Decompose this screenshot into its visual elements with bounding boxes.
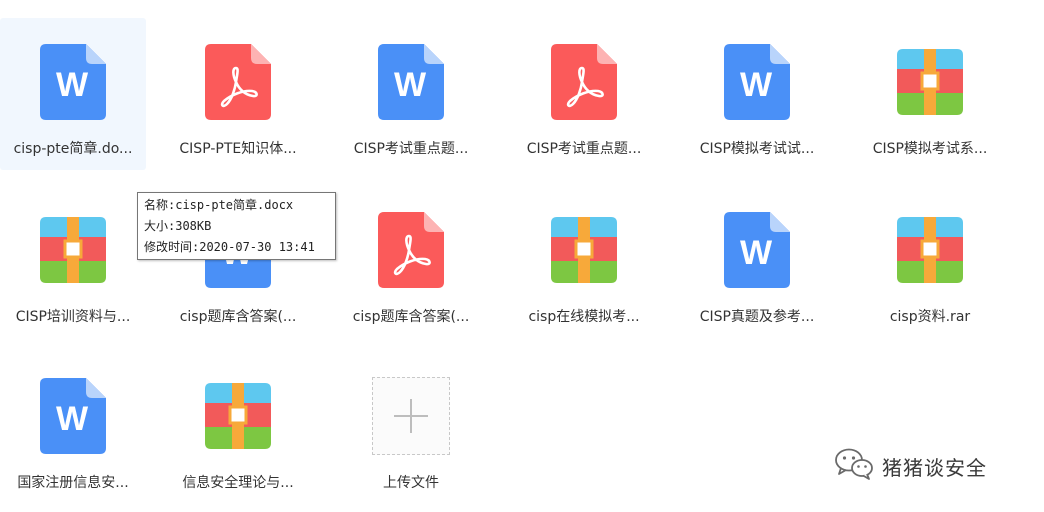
pdf-icon <box>371 210 451 290</box>
file-name-label: cisp资料.rar <box>889 309 971 325</box>
rar-archive-icon <box>544 210 624 290</box>
svg-text:W: W <box>740 234 773 272</box>
file-item[interactable]: cisp题库含答案(... <box>338 186 484 338</box>
file-name-label: CISP模拟考试试... <box>699 141 815 157</box>
word-doc-icon: W <box>33 42 113 122</box>
file-tooltip: 名称:cisp-pte简章.docx 大小:308KB 修改时间:2020-07… <box>137 192 336 260</box>
file-item[interactable]: CISP模拟考试系... <box>857 18 1003 170</box>
file-name-label: 国家注册信息安... <box>17 475 129 491</box>
rar-archive-icon <box>890 42 970 122</box>
file-name-label: CISP模拟考试系... <box>872 141 988 157</box>
watermark-text: 猪猪谈安全 <box>882 455 987 480</box>
pdf-icon <box>198 42 278 122</box>
word-doc-icon: W <box>33 376 113 456</box>
file-name-label: cisp题库含答案(... <box>179 309 297 325</box>
word-doc-icon: W <box>717 210 797 290</box>
pdf-icon <box>544 42 624 122</box>
file-item[interactable]: 信息安全理论与... <box>165 352 311 504</box>
tooltip-modified-time: 修改时间:2020-07-30 13:41 <box>144 240 315 254</box>
plus-icon <box>372 377 450 455</box>
upload-box[interactable] <box>371 376 451 456</box>
file-item[interactable]: W CISP考试重点题... <box>338 18 484 170</box>
tooltip-name: 名称:cisp-pte简章.docx <box>144 198 294 212</box>
file-name-label: cisp在线模拟考... <box>528 309 640 325</box>
file-name-label: cisp题库含答案(... <box>352 309 470 325</box>
file-item[interactable]: CISP考试重点题... <box>511 18 657 170</box>
svg-text:W: W <box>394 66 427 104</box>
svg-text:W: W <box>56 400 89 438</box>
file-name-label: cisp-pte简章.do... <box>13 141 133 157</box>
rar-archive-icon <box>33 210 113 290</box>
watermark: 猪猪谈安全 <box>834 446 987 486</box>
rar-archive-icon <box>198 376 278 456</box>
file-item[interactable]: CISP-PTE知识体... <box>165 18 311 170</box>
file-item[interactable]: cisp在线模拟考... <box>511 186 657 338</box>
file-item[interactable]: W CISP真题及参考... <box>684 186 830 338</box>
svg-text:W: W <box>56 66 89 104</box>
file-name-label: CISP考试重点题... <box>353 141 469 157</box>
file-item[interactable]: W 国家注册信息安... <box>0 352 146 504</box>
file-name-label: CISP考试重点题... <box>526 141 642 157</box>
file-name-label: CISP真题及参考... <box>699 309 815 325</box>
file-name-label: 信息安全理论与... <box>182 475 294 491</box>
rar-archive-icon <box>890 210 970 290</box>
svg-text:W: W <box>740 66 773 104</box>
file-name-label: CISP培训资料与... <box>15 309 131 325</box>
tooltip-size: 大小:308KB <box>144 219 212 233</box>
word-doc-icon: W <box>371 42 451 122</box>
file-item[interactable]: cisp资料.rar <box>857 186 1003 338</box>
wechat-icon <box>834 447 874 486</box>
upload-file-button[interactable]: 上传文件 <box>338 352 484 504</box>
file-name-label: CISP-PTE知识体... <box>179 141 297 157</box>
upload-file-label: 上传文件 <box>383 475 439 491</box>
file-item[interactable]: W CISP模拟考试试... <box>684 18 830 170</box>
file-item[interactable]: Wcisp-pte简章.do... <box>0 18 146 170</box>
file-item[interactable]: CISP培训资料与... <box>0 186 146 338</box>
word-doc-icon: W <box>717 42 797 122</box>
